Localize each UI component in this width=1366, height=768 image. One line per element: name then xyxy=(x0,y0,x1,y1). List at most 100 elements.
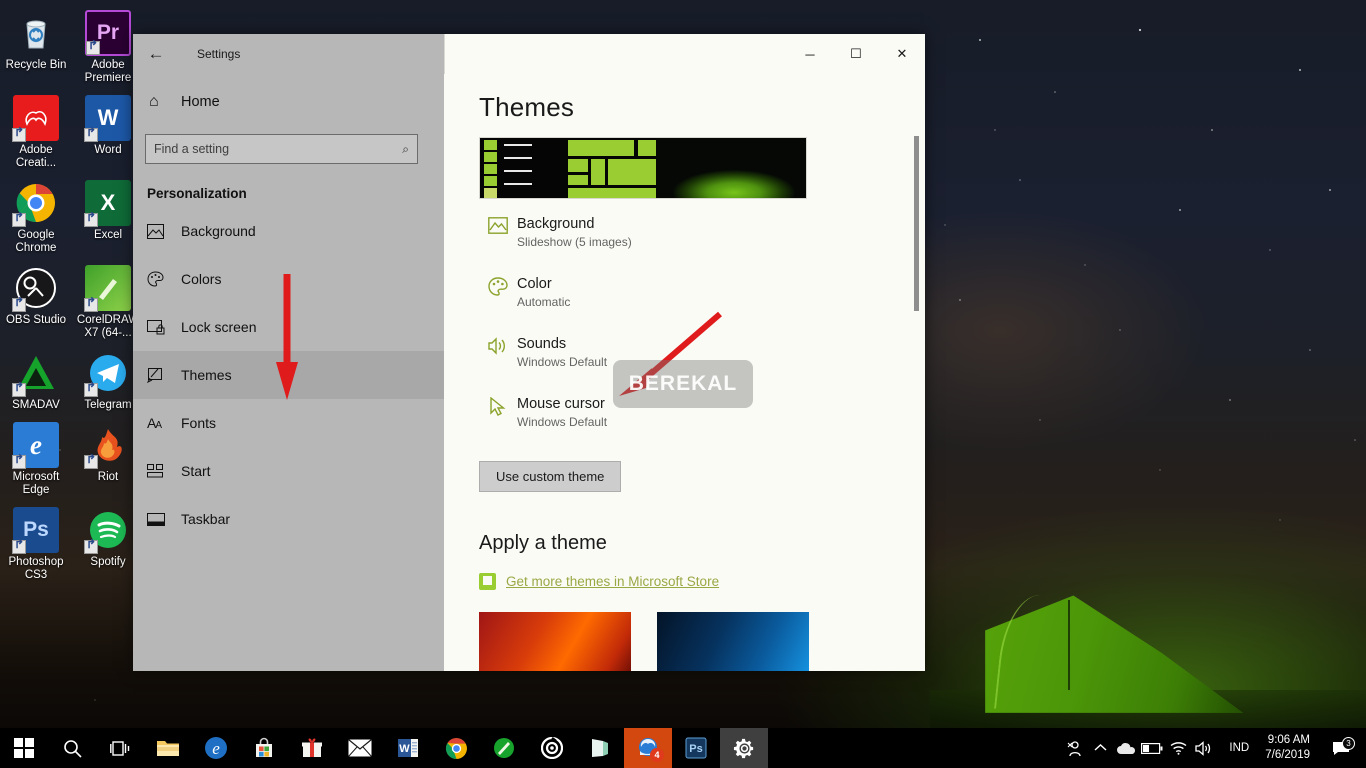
onedrive-cloud-icon[interactable] xyxy=(1113,742,1139,755)
spiral-target-icon xyxy=(541,737,563,759)
coreldraw-icon xyxy=(84,265,131,312)
desktop-icon-photoshop[interactable]: Ps Photoshop CS3 xyxy=(0,501,72,586)
onenote-button[interactable] xyxy=(576,728,624,768)
canyon-theme-thumbnail[interactable] xyxy=(479,612,631,671)
search-button[interactable] xyxy=(48,728,96,768)
desktop-icon-grid: Recycle Bin Pr Adobe Premiere Adobe Crea… xyxy=(0,4,150,586)
clock[interactable]: 9:06 AM 7/6/2019 xyxy=(1261,733,1324,763)
start-button[interactable] xyxy=(0,728,48,768)
clock-time: 9:06 AM xyxy=(1267,734,1310,746)
setting-row-mouse-cursor[interactable]: Mouse cursor Windows Default xyxy=(479,395,925,439)
sidebar-home-label: Home xyxy=(181,94,220,110)
search-input[interactable] xyxy=(154,142,403,156)
taskbar[interactable]: e W 4 Ps IND 9:06 AM 7/6/2019 3 xyxy=(0,728,1366,768)
microsoft-edge-icon: e xyxy=(12,422,59,469)
word-button[interactable]: W xyxy=(384,728,432,768)
setting-value: Windows Default xyxy=(517,355,608,369)
minimize-button[interactable]: ─ xyxy=(787,34,833,74)
adobe-creative-cloud-icon xyxy=(12,95,59,142)
people-icon[interactable] xyxy=(1061,740,1087,757)
wallpaper-tent-pole xyxy=(1068,600,1070,690)
sound-speaker-icon xyxy=(479,335,517,355)
use-custom-theme-button[interactable]: Use custom theme xyxy=(479,461,622,492)
setting-value: Windows Default xyxy=(517,415,608,429)
fonts-icon: AA xyxy=(147,415,162,431)
shortcut-overlay-icon xyxy=(12,298,26,312)
lock-screen-icon xyxy=(147,319,181,335)
sidebar-section-title: Personalization xyxy=(147,186,247,201)
desktop-icon-smadav[interactable]: SMADAV xyxy=(0,344,72,416)
sidebar-item-themes[interactable]: Themes xyxy=(133,351,444,399)
maximize-button[interactable]: ☐ xyxy=(833,34,879,74)
get-more-themes-link[interactable]: Get more themes in Microsoft Store xyxy=(479,573,925,590)
mail-button[interactable] xyxy=(336,728,384,768)
show-hidden-icons-chevron[interactable] xyxy=(1087,743,1113,753)
messenger-badge: 4 xyxy=(650,748,664,762)
desktop-icon-google-chrome[interactable]: Google Chrome xyxy=(0,174,72,259)
notification-center-button[interactable]: 3 xyxy=(1324,736,1358,756)
chrome-button[interactable] xyxy=(432,728,480,768)
blue-theme-thumbnail[interactable] xyxy=(657,612,809,671)
sidebar-item-taskbar[interactable]: Taskbar xyxy=(133,495,444,543)
gear-icon xyxy=(733,738,753,758)
setting-value: Slideshow (5 images) xyxy=(517,235,632,249)
shortcut-overlay-icon xyxy=(84,128,98,142)
search-box[interactable]: ⌕ xyxy=(145,134,418,164)
setting-row-color[interactable]: Color Automatic xyxy=(479,275,925,319)
messenger-button[interactable]: 4 xyxy=(624,728,672,768)
desktop-icon-obs-studio[interactable]: OBS Studio xyxy=(0,259,72,344)
shortcut-overlay-icon xyxy=(84,213,98,227)
preview-start-lines xyxy=(504,144,532,196)
sidebar-item-label: Fonts xyxy=(181,415,217,431)
battery-icon[interactable] xyxy=(1139,742,1165,754)
gift-button[interactable] xyxy=(288,728,336,768)
sidebar-item-lock-screen[interactable]: Lock screen xyxy=(133,303,444,351)
apply-theme-section-title: Apply a theme xyxy=(479,532,607,554)
sidebar-item-fonts[interactable]: AA Fonts xyxy=(133,399,444,447)
task-view-button[interactable] xyxy=(96,728,144,768)
search-icon: ⌕ xyxy=(402,141,409,156)
spiral-app-button[interactable] xyxy=(528,728,576,768)
setting-row-background[interactable]: Background Slideshow (5 images) xyxy=(479,215,925,259)
desktop-icon-label: Riot xyxy=(97,471,119,483)
desktop[interactable]: Recycle Bin Pr Adobe Premiere Adobe Crea… xyxy=(0,0,1366,768)
desktop-icon-row: Recycle Bin Pr Adobe Premiere xyxy=(0,4,150,89)
smadav-button[interactable] xyxy=(480,728,528,768)
content-scrollbar[interactable] xyxy=(914,74,919,671)
photoshop-button[interactable]: Ps xyxy=(672,728,720,768)
google-chrome-icon xyxy=(12,180,59,227)
smadav-icon xyxy=(12,350,59,397)
taskbar-icon xyxy=(147,512,181,526)
edge-button[interactable]: e xyxy=(192,728,240,768)
notification-badge: 3 xyxy=(1342,736,1355,750)
desktop-icon-microsoft-edge[interactable]: e Microsoft Edge xyxy=(0,416,72,501)
volume-icon[interactable] xyxy=(1191,740,1217,756)
scrollbar-thumb[interactable] xyxy=(914,136,919,311)
settings-button[interactable] xyxy=(720,728,768,768)
desktop-icon-label: Adobe Premiere xyxy=(84,59,132,84)
back-arrow-icon[interactable]: ← xyxy=(133,34,179,74)
desktop-icon-recycle-bin[interactable]: Recycle Bin xyxy=(0,4,72,89)
desktop-icon-label: Word xyxy=(94,144,122,156)
photoshop-icon: Ps xyxy=(685,737,707,759)
close-button[interactable]: ✕ xyxy=(879,34,925,74)
microsoft-excel-icon: X xyxy=(84,180,131,227)
sidebar-item-background[interactable]: Background xyxy=(133,207,444,255)
wifi-icon[interactable] xyxy=(1165,741,1191,755)
keyboard-language-indicator[interactable]: IND xyxy=(1217,742,1261,754)
background-image-icon xyxy=(479,215,517,234)
settings-window[interactable]: ← Settings ─ ☐ ✕ ⌂ Home ⌕ xyxy=(133,34,925,671)
desktop-icon-adobe-creative-cloud[interactable]: Adobe Creati... xyxy=(0,89,72,174)
store-button[interactable] xyxy=(240,728,288,768)
window-body: ⌂ Home ⌕ Personalization Background xyxy=(133,74,925,671)
svg-text:Ps: Ps xyxy=(689,743,702,755)
setting-row-sounds[interactable]: Sounds Windows Default xyxy=(479,335,925,379)
shortcut-overlay-icon xyxy=(12,540,26,554)
file-explorer-button[interactable] xyxy=(144,728,192,768)
window-titlebar[interactable]: ← Settings ─ ☐ ✕ xyxy=(133,34,925,74)
sidebar-item-colors[interactable]: Colors xyxy=(133,255,444,303)
sidebar-item-start[interactable]: Start xyxy=(133,447,444,495)
setting-name: Background xyxy=(517,216,595,232)
sidebar-item-home[interactable]: ⌂ Home xyxy=(133,82,444,122)
task-view-icon xyxy=(110,740,130,756)
